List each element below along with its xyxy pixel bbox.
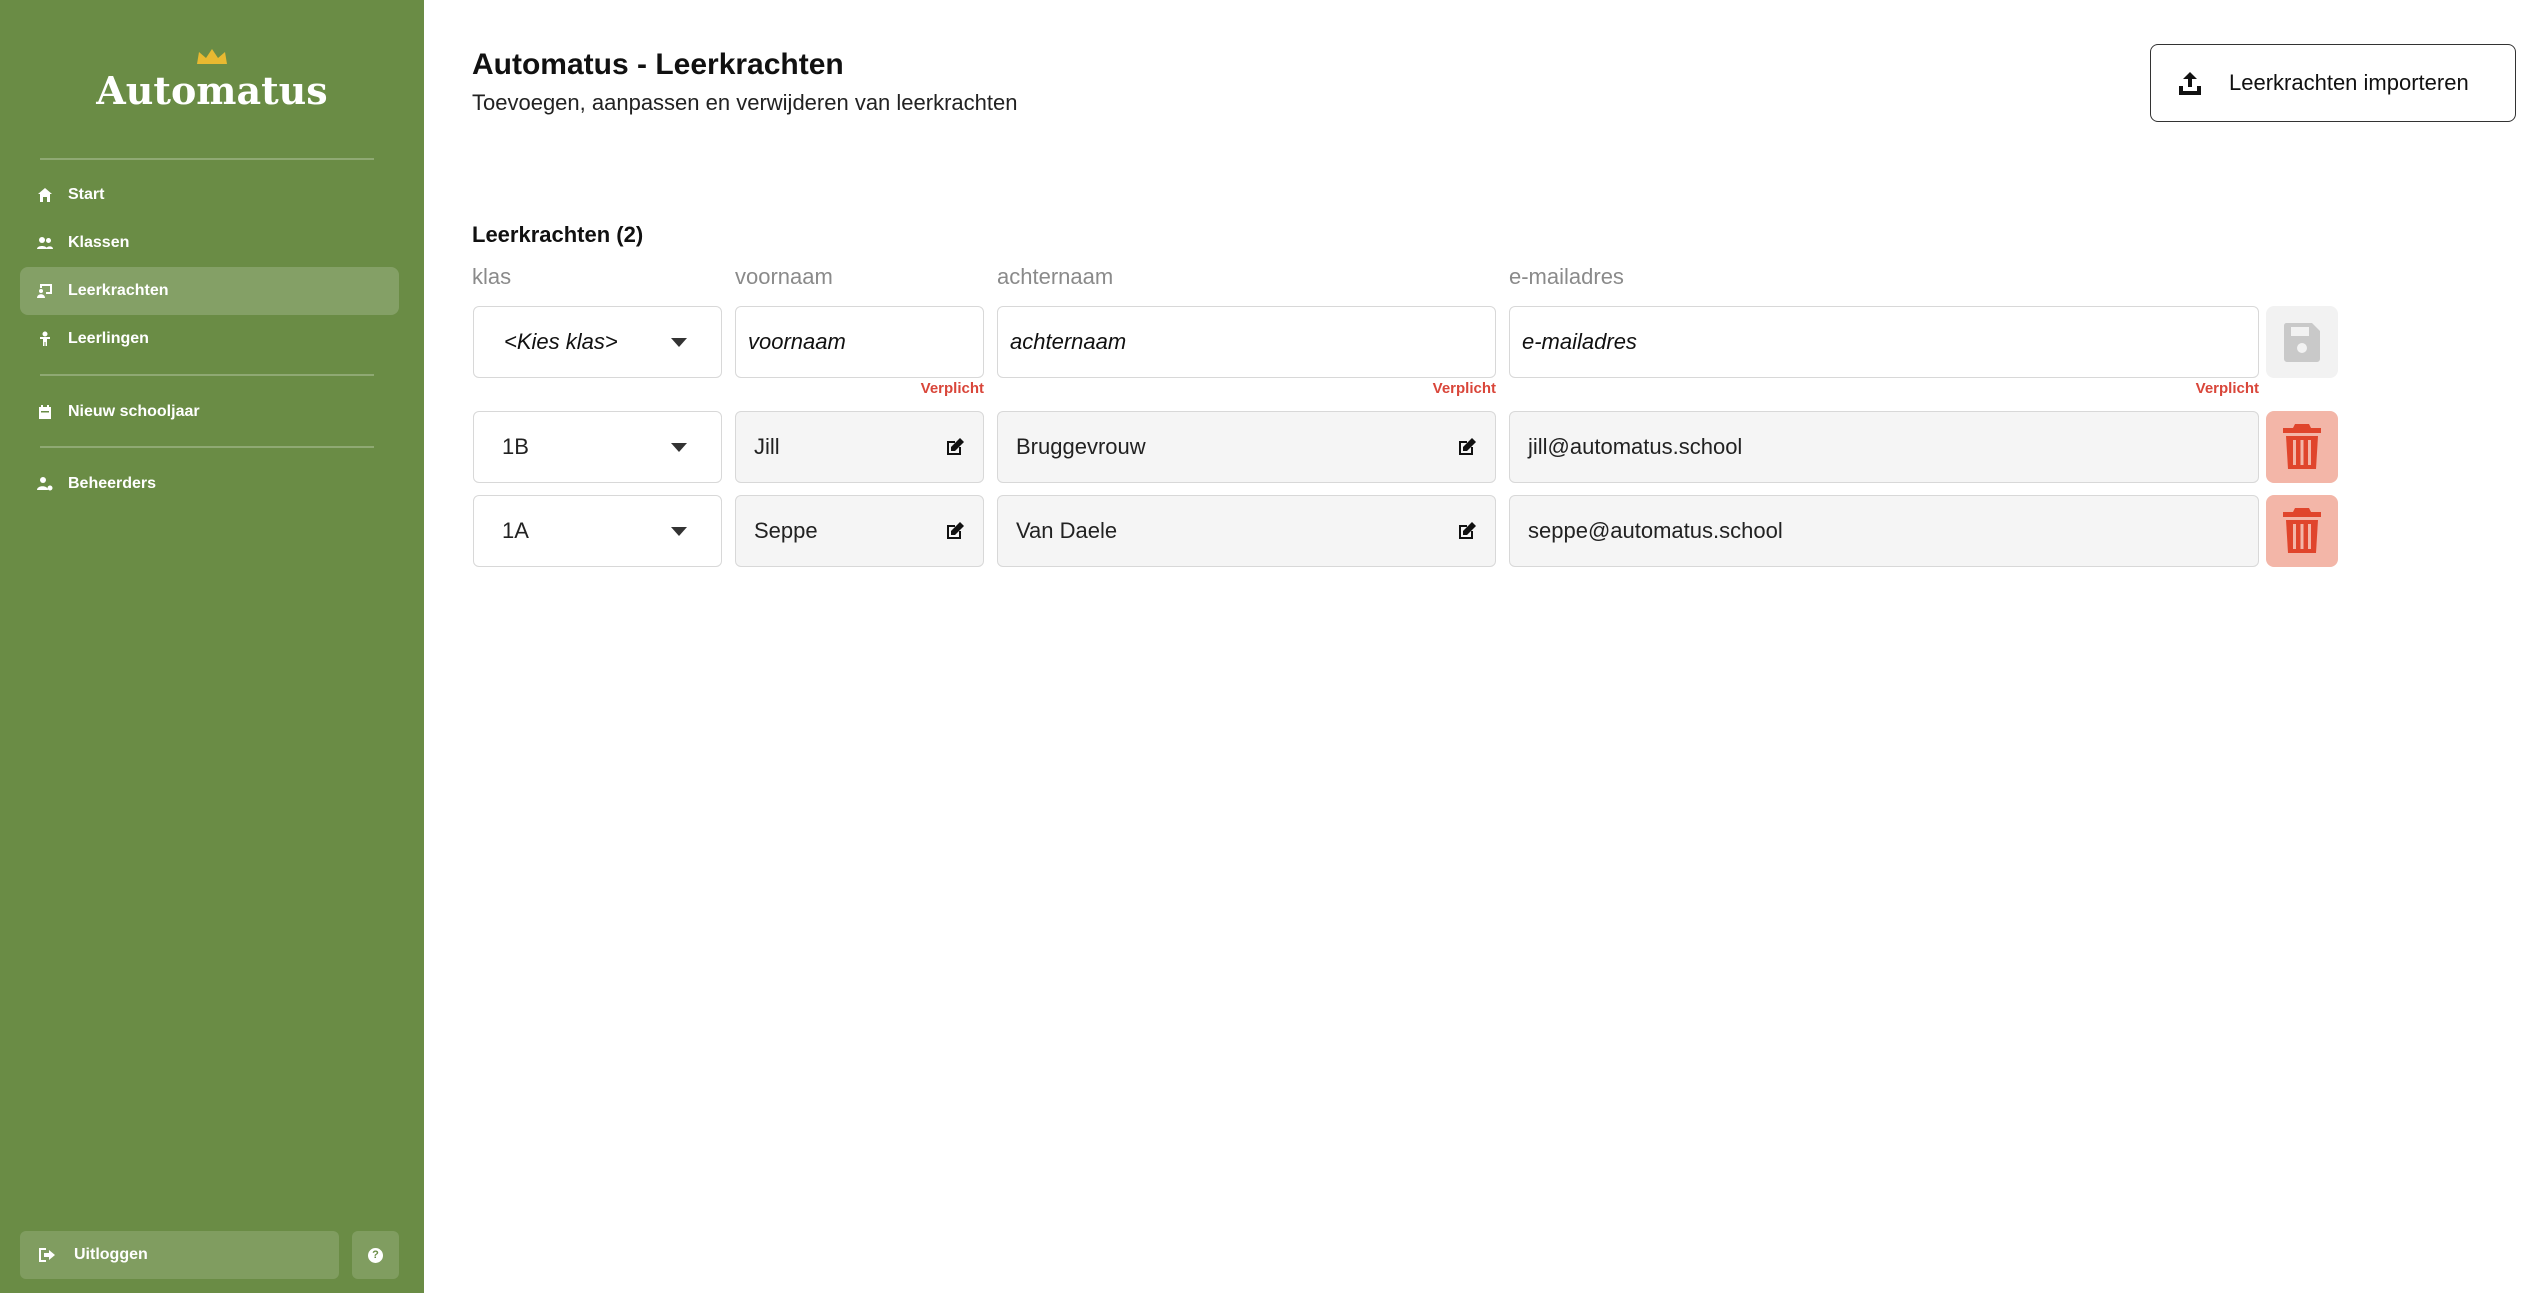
chalkboard-teacher-icon (36, 282, 54, 300)
floppy-disk-icon (2283, 323, 2320, 362)
sign-out-icon (39, 1248, 55, 1262)
voornaam-field[interactable]: Seppe (735, 495, 984, 567)
question-icon: ? (368, 1247, 383, 1263)
section-title: Leerkrachten (2) (472, 222, 644, 247)
email-field: seppe@automatus.school (1509, 495, 2259, 567)
caret-down-icon (671, 337, 687, 347)
required-label: Verplicht (2195, 380, 2259, 397)
logout-label: Uitloggen (74, 1246, 148, 1263)
select-value: 1B (502, 434, 529, 459)
column-header-klas: klas (472, 264, 512, 289)
edit-icon[interactable] (1457, 437, 1477, 457)
sidebar-item-klassen[interactable]: Klassen (20, 219, 399, 267)
user-gear-icon (36, 475, 54, 493)
page-title: Automatus - Leerkrachten (472, 48, 844, 81)
sidebar-item-label: Start (68, 186, 105, 203)
column-header-email: e-mailadres (1509, 264, 1624, 289)
sidebar-item-label: Klassen (68, 234, 130, 251)
trash-icon (2283, 508, 2321, 553)
calendar-icon (36, 403, 54, 421)
achternaam-field[interactable]: Van Daele (997, 495, 1496, 567)
sidebar-item-label: Leerkrachten (68, 282, 169, 299)
caret-down-icon (671, 442, 687, 452)
field-value: Van Daele (1016, 518, 1118, 543)
required-label: Verplicht (920, 380, 984, 397)
select-value: 1A (502, 518, 529, 543)
select-value: <Kies klas> (504, 329, 618, 354)
sidebar-item-leerkrachten[interactable]: Leerkrachten (20, 267, 399, 315)
edit-icon[interactable] (1457, 521, 1477, 541)
sidebar-item-nieuw-schooljaar[interactable]: Nieuw schooljaar (20, 388, 399, 436)
logo: Automatus (0, 48, 424, 113)
logout-button[interactable]: Uitloggen (20, 1231, 339, 1279)
new-email-input[interactable]: e-mailadres (1509, 306, 2259, 378)
sidebar-divider (40, 446, 374, 448)
column-header-achternaam: achternaam (997, 264, 1114, 289)
new-voornaam-input[interactable]: voornaam (735, 306, 984, 378)
edit-icon[interactable] (945, 521, 965, 541)
required-label: Verplicht (1432, 380, 1496, 397)
sidebar-item-start[interactable]: Start (20, 171, 399, 219)
caret-down-icon (671, 526, 687, 536)
sidebar-item-label: Beheerders (68, 475, 157, 492)
klas-select[interactable]: 1A (473, 495, 722, 567)
delete-button[interactable] (2266, 495, 2338, 567)
delete-button[interactable] (2266, 411, 2338, 483)
email-field: jill@automatus.school (1509, 411, 2259, 483)
field-value: Jill (754, 434, 780, 459)
field-value: jill@automatus.school (1528, 434, 1743, 459)
sidebar-item-leerlingen[interactable]: Leerlingen (20, 315, 399, 363)
input-placeholder: e-mailadres (1522, 329, 1637, 354)
crown-icon (197, 49, 227, 64)
input-placeholder: voornaam (748, 329, 846, 354)
input-placeholder: achternaam (1010, 329, 1127, 354)
import-teachers-button[interactable]: Leerkrachten importeren (2150, 44, 2516, 122)
field-value: seppe@automatus.school (1528, 518, 1783, 543)
upload-icon (2179, 72, 2201, 95)
sidebar-item-label: Nieuw schooljaar (68, 403, 200, 420)
import-label: Leerkrachten importeren (2229, 70, 2469, 95)
sidebar: Automatus Start Klassen Leerkrachten Lee… (0, 0, 424, 1293)
home-icon (36, 186, 54, 204)
sidebar-divider (40, 374, 374, 376)
trash-icon (2283, 424, 2321, 469)
new-klas-select[interactable]: <Kies klas> (473, 306, 722, 378)
logo-text: Automatus (96, 68, 328, 113)
sidebar-item-label: Leerlingen (68, 330, 149, 347)
klas-select[interactable]: 1B (473, 411, 722, 483)
edit-icon[interactable] (945, 437, 965, 457)
voornaam-field[interactable]: Jill (735, 411, 984, 483)
field-value: Bruggevrouw (1016, 434, 1146, 459)
help-button[interactable]: ? (352, 1231, 399, 1279)
sidebar-item-beheerders[interactable]: Beheerders (20, 460, 399, 508)
child-icon (36, 330, 54, 348)
save-button[interactable] (2266, 306, 2338, 378)
column-header-voornaam: voornaam (735, 264, 833, 289)
field-value: Seppe (754, 518, 818, 543)
new-achternaam-input[interactable]: achternaam (997, 306, 1496, 378)
page-subtitle: Toevoegen, aanpassen en verwijderen van … (472, 90, 1018, 115)
users-icon (36, 234, 54, 252)
sidebar-divider (40, 158, 374, 160)
achternaam-field[interactable]: Bruggevrouw (997, 411, 1496, 483)
